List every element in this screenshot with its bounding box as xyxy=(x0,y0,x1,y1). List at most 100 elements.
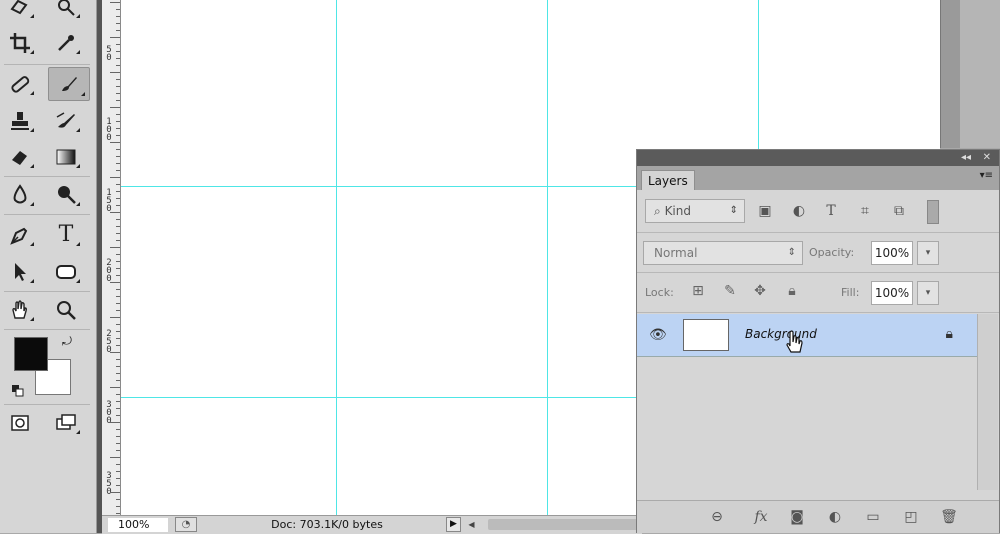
add-mask-icon[interactable]: ◙ xyxy=(787,509,807,525)
fx-icon[interactable]: fx xyxy=(751,509,771,525)
lock-all-icon[interactable]: 🔒︎ xyxy=(783,283,801,299)
layer-name[interactable]: Background xyxy=(745,327,817,341)
crop-tool-icon[interactable] xyxy=(2,28,38,58)
ruler-label: 100 xyxy=(106,117,112,143)
ruler-tick xyxy=(116,310,120,311)
ruler-tick xyxy=(116,156,120,157)
horizontal-scrollbar-thumb[interactable] xyxy=(488,519,642,530)
eyedropper-tool-icon[interactable] xyxy=(48,28,84,58)
layer-row[interactable]: 👁︎ Background 🔒︎ xyxy=(637,314,977,357)
vertical-scrollbar[interactable] xyxy=(940,0,961,148)
swap-colors-icon[interactable]: ⤾ xyxy=(62,334,72,349)
ruler-tick xyxy=(116,506,120,507)
vertical-guide[interactable] xyxy=(547,0,548,515)
status-icon[interactable]: ◔ xyxy=(175,517,197,532)
adjustment-filter-icon[interactable]: ◐ xyxy=(791,203,807,219)
tools-divider xyxy=(4,291,90,292)
lock-position-icon[interactable]: ✥ xyxy=(751,283,769,299)
ruler-tick xyxy=(116,100,120,101)
status-menu-arrow-icon[interactable]: ▶ xyxy=(446,517,461,532)
opacity-field[interactable]: 100% xyxy=(871,241,913,265)
panel-titlebar[interactable]: ◂◂ ✕ xyxy=(637,150,999,166)
spot-healing-tool-icon[interactable] xyxy=(2,69,38,99)
ruler-tick xyxy=(116,198,120,199)
ruler-tick xyxy=(116,9,120,10)
search-icon: ⌕ xyxy=(654,204,661,218)
opacity-dropdown-button[interactable]: ▾ xyxy=(917,241,939,265)
brush-tool-icon[interactable] xyxy=(48,67,90,101)
quick-mask-icon[interactable] xyxy=(2,408,38,438)
close-panel-icon[interactable]: ✕ xyxy=(983,152,991,163)
pasteboard xyxy=(960,0,1000,148)
tab-layers[interactable]: Layers xyxy=(641,170,695,190)
fill-field[interactable]: 100% xyxy=(871,281,913,305)
shape-filter-icon[interactable]: ⌗ xyxy=(857,203,873,219)
screen-mode-icon[interactable] xyxy=(48,408,84,438)
ruler-tick xyxy=(116,233,120,234)
ruler-tick xyxy=(116,191,120,192)
filter-toggle[interactable] xyxy=(927,200,939,224)
tools-divider xyxy=(4,176,90,177)
fill-dropdown-button[interactable]: ▾ xyxy=(917,281,939,305)
default-colors-icon[interactable] xyxy=(12,382,24,397)
ruler-tick xyxy=(116,261,120,262)
link-layers-icon[interactable]: ⊖ xyxy=(707,509,727,525)
foreground-color-swatch[interactable] xyxy=(14,337,48,371)
new-layer-icon[interactable]: ◰ xyxy=(901,509,921,525)
scroll-left-arrow-icon[interactable]: ◀ xyxy=(464,517,479,532)
filter-kind-select[interactable]: ⌕ Kind ⇕ xyxy=(645,199,745,223)
zoom-tool-icon[interactable] xyxy=(48,295,84,325)
dodge-tool-icon[interactable] xyxy=(48,180,84,210)
ruler-tick xyxy=(116,394,120,395)
gradient-tool-icon[interactable] xyxy=(48,142,84,172)
filter-row: ⌕ Kind ⇕ ▣ ◐ T ⌗ ⧉ xyxy=(637,190,999,233)
adjustment-layer-icon[interactable]: ◐ xyxy=(825,509,845,525)
ruler-tick xyxy=(116,450,120,451)
layers-scrollbar[interactable] xyxy=(977,314,998,490)
zoom-level-field[interactable]: 100% xyxy=(108,518,168,532)
history-brush-tool-icon[interactable] xyxy=(48,106,84,136)
hand-tool-icon[interactable] xyxy=(2,295,38,325)
pen-tool-icon[interactable] xyxy=(2,220,38,250)
ruler-tick xyxy=(116,219,120,220)
vertical-guide[interactable] xyxy=(336,0,337,515)
ruler-tick xyxy=(110,142,120,143)
new-group-icon[interactable]: ▭ xyxy=(863,509,883,525)
ruler-tick xyxy=(110,492,120,493)
blur-tool-icon[interactable] xyxy=(2,180,38,210)
lasso-tool-icon[interactable] xyxy=(2,0,38,22)
panel-menu-icon[interactable]: ▾≡ xyxy=(980,170,993,181)
blend-mode-select[interactable]: Normal ⇕ xyxy=(643,241,803,265)
panel-footer: ⊖ fx ◙ ◐ ▭ ◰ 🗑︎ xyxy=(637,500,999,533)
ruler-tick xyxy=(116,443,120,444)
shape-tool-icon[interactable] xyxy=(48,257,84,287)
clone-stamp-tool-icon[interactable] xyxy=(2,106,38,136)
ruler-tick xyxy=(116,324,120,325)
smart-object-filter-icon[interactable]: ⧉ xyxy=(891,203,907,219)
path-selection-tool-icon[interactable] xyxy=(2,257,38,287)
panel-tab-row: Layers ▾≡ xyxy=(637,166,999,190)
pixel-filter-icon[interactable]: ▣ xyxy=(757,203,773,219)
filter-kind-label: Kind xyxy=(664,204,691,218)
ruler-tick xyxy=(116,58,120,59)
delete-layer-icon[interactable]: 🗑︎ xyxy=(939,509,959,525)
ruler-tick xyxy=(116,268,120,269)
ruler-tick xyxy=(116,254,120,255)
quick-selection-tool-icon[interactable] xyxy=(48,0,84,22)
eraser-tool-icon[interactable] xyxy=(2,142,38,172)
eye-icon[interactable]: 👁︎ xyxy=(649,327,667,343)
collapse-panel-icon[interactable]: ◂◂ xyxy=(961,152,971,163)
ruler-tick xyxy=(110,422,120,423)
ruler-tick xyxy=(110,2,120,3)
ruler-tick xyxy=(116,114,120,115)
ruler-label: 250 xyxy=(106,329,112,355)
ruler-tick xyxy=(116,373,120,374)
type-filter-icon[interactable]: T xyxy=(823,203,839,219)
ruler-tick xyxy=(116,436,120,437)
lock-transparent-icon[interactable]: ⊞ xyxy=(689,283,707,299)
ruler-tick xyxy=(116,79,120,80)
ruler-tick xyxy=(116,429,120,430)
type-tool-icon[interactable]: T xyxy=(48,220,84,250)
lock-image-icon[interactable]: ✎ xyxy=(721,283,739,299)
ruler-tick xyxy=(116,135,120,136)
